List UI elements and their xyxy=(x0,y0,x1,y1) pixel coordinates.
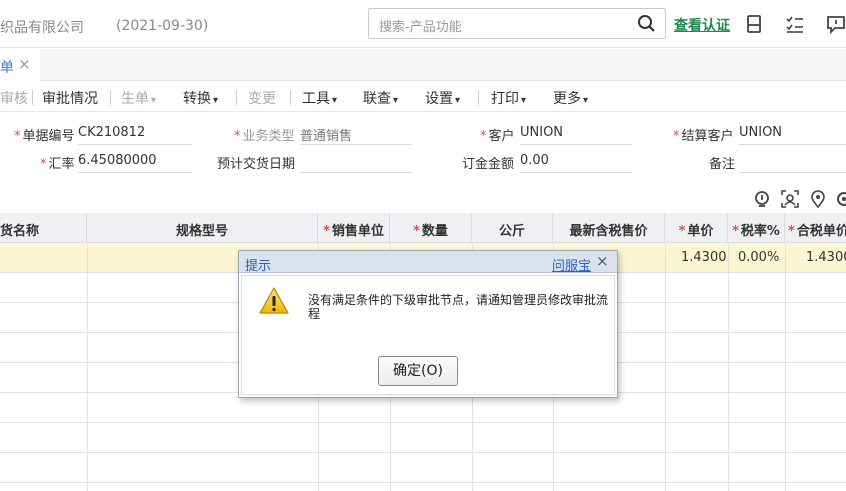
ok-button[interactable]: 确定(O) xyxy=(378,356,458,386)
settings-label: 设置 xyxy=(425,91,453,107)
more-menu[interactable]: 更多 ▾ xyxy=(553,88,588,108)
search-input[interactable]: 搜索-产品功能 xyxy=(379,16,462,35)
toolbar-divider xyxy=(290,90,291,105)
print-menu[interactable]: 打印 ▾ xyxy=(491,88,526,108)
col-header-latest-price[interactable]: 最新含税售价 xyxy=(553,213,665,243)
doc-no-field[interactable]: CK210812 xyxy=(78,121,192,145)
col-header-price[interactable]: * 单价 xyxy=(665,213,728,243)
table-row[interactable] xyxy=(0,423,846,453)
chevron-down-icon: ▾ xyxy=(151,95,157,106)
search-icon[interactable] xyxy=(637,14,657,34)
remark-label: 备注 xyxy=(709,157,736,172)
grid-divider xyxy=(728,243,729,491)
toolbar-divider xyxy=(478,90,479,105)
settings-menu[interactable]: 设置 ▾ xyxy=(425,88,460,108)
tools-label: 工具 xyxy=(302,91,330,107)
grid-divider xyxy=(87,243,88,491)
col-header-tax-price[interactable]: * 合税单价 xyxy=(785,213,846,243)
bulb-icon[interactable] xyxy=(753,190,771,208)
grid-divider xyxy=(785,243,786,491)
doc-no-label: * 单据编号 xyxy=(14,129,75,144)
convert-menu[interactable]: 转换 ▾ xyxy=(183,88,218,108)
location-pin-icon[interactable] xyxy=(809,190,827,208)
calculator-icon[interactable] xyxy=(744,14,764,34)
toolbar-divider xyxy=(236,90,237,105)
account-date: (2021-09-30) xyxy=(116,18,209,34)
company-name: 织品有限公司 xyxy=(0,20,84,36)
cell-tax-price[interactable]: 1.4300 xyxy=(806,250,846,265)
tab-label[interactable]: 单 xyxy=(0,57,14,77)
deposit-label: 订金金额 xyxy=(462,157,515,172)
view-certification-link[interactable]: 查看认证 xyxy=(674,15,730,35)
print-label: 打印 xyxy=(491,91,519,107)
linked-query-menu[interactable]: 联查 ▾ xyxy=(363,88,398,108)
change-button[interactable]: 变更 xyxy=(248,88,276,108)
col-header-name[interactable]: 货名称 xyxy=(0,213,87,243)
dialog-title: 提示 xyxy=(245,259,272,274)
customer-field[interactable]: UNION xyxy=(520,121,632,145)
checklist-icon[interactable] xyxy=(785,14,805,34)
chevron-down-icon: ▾ xyxy=(455,95,461,106)
rate-label: * 汇率 xyxy=(40,157,75,172)
more-label: 更多 xyxy=(553,91,581,107)
scan-icon[interactable] xyxy=(781,190,799,208)
delivery-date-label: 预计交货日期 xyxy=(217,157,296,172)
tab-close-icon[interactable]: × xyxy=(18,55,31,73)
dialog-close-icon[interactable]: × xyxy=(596,252,609,270)
search-box[interactable]: 搜索-产品功能 xyxy=(368,8,666,39)
chevron-down-icon: ▾ xyxy=(521,95,527,106)
toolbar-divider xyxy=(110,90,111,105)
col-header-spec[interactable]: 规格型号 xyxy=(87,213,318,243)
col-header-tax-rate[interactable]: * 税率% xyxy=(728,213,785,243)
audit-button[interactable]: 审核 xyxy=(0,88,28,108)
deposit-field[interactable]: 0.00 xyxy=(520,149,632,173)
cell-tax-rate[interactable]: 0.00% xyxy=(738,250,779,265)
col-header-kg[interactable]: 公斤 xyxy=(472,213,553,243)
col-header-qty[interactable]: * 数量 xyxy=(390,213,472,243)
toolbar-divider xyxy=(32,90,33,105)
chevron-down-icon: ▾ xyxy=(332,95,338,106)
settle-customer-field[interactable]: UNION xyxy=(739,121,846,145)
biz-type-field[interactable]: 普通销售 xyxy=(300,121,412,145)
tab-sales-order[interactable]: 单 × xyxy=(0,49,40,81)
linked-query-label: 联查 xyxy=(363,91,391,107)
grid-divider xyxy=(665,243,666,491)
message-icon[interactable] xyxy=(826,14,846,34)
remark-field[interactable] xyxy=(739,149,846,173)
customer-label: * 客户 xyxy=(480,129,515,144)
help-service-link[interactable]: 问服宝 xyxy=(552,255,591,274)
generate-order-menu[interactable]: 生单 ▾ xyxy=(121,88,156,108)
dialog-title-bar[interactable]: 提示 问服宝 × xyxy=(239,251,617,274)
delivery-date-field[interactable] xyxy=(300,149,412,173)
generate-order-label: 生单 xyxy=(121,91,149,107)
convert-label: 转换 xyxy=(183,91,211,107)
chevron-down-icon: ▾ xyxy=(393,95,399,106)
table-row[interactable] xyxy=(0,453,846,483)
chevron-down-icon: ▾ xyxy=(213,95,219,106)
toolbar: 审核 审批情况 生单 ▾ 转换 ▾ 变更 工具 ▾ 联查 ▾ 设置 ▾ 打印 ▾ 更多 ▾ xyxy=(0,82,846,112)
tools-menu[interactable]: 工具 ▾ xyxy=(302,88,337,108)
chevron-down-icon: ▾ xyxy=(583,95,589,106)
cell-price[interactable]: 1.4300 xyxy=(681,250,727,265)
top-header: 织品有限公司 (2021-09-30) 搜索-产品功能 查看认证 xyxy=(0,0,846,48)
dialog-body: 没有满足条件的下级审批节点，请通知管理员修改审批流程 确定(O) xyxy=(241,275,615,395)
biz-type-label: * 业务类型 xyxy=(234,129,295,144)
dialog-message: 没有满足条件的下级审批节点，请通知管理员修改审批流程 xyxy=(308,293,609,321)
col-header-sale-unit[interactable]: * 销售单位 xyxy=(318,213,390,243)
settings-gear-icon[interactable] xyxy=(835,190,846,208)
warning-icon xyxy=(259,287,289,314)
rate-field[interactable]: 6.45080000 xyxy=(78,149,192,173)
settle-customer-label: * 结算客户 xyxy=(673,129,734,144)
alert-dialog: 提示 问服宝 × 没有满足条件的下级审批节点，请通知管理员修改审批流程 确定(O… xyxy=(238,250,618,398)
approval-status-button[interactable]: 审批情况 xyxy=(42,88,98,108)
tab-strip: 单 × xyxy=(0,49,846,81)
